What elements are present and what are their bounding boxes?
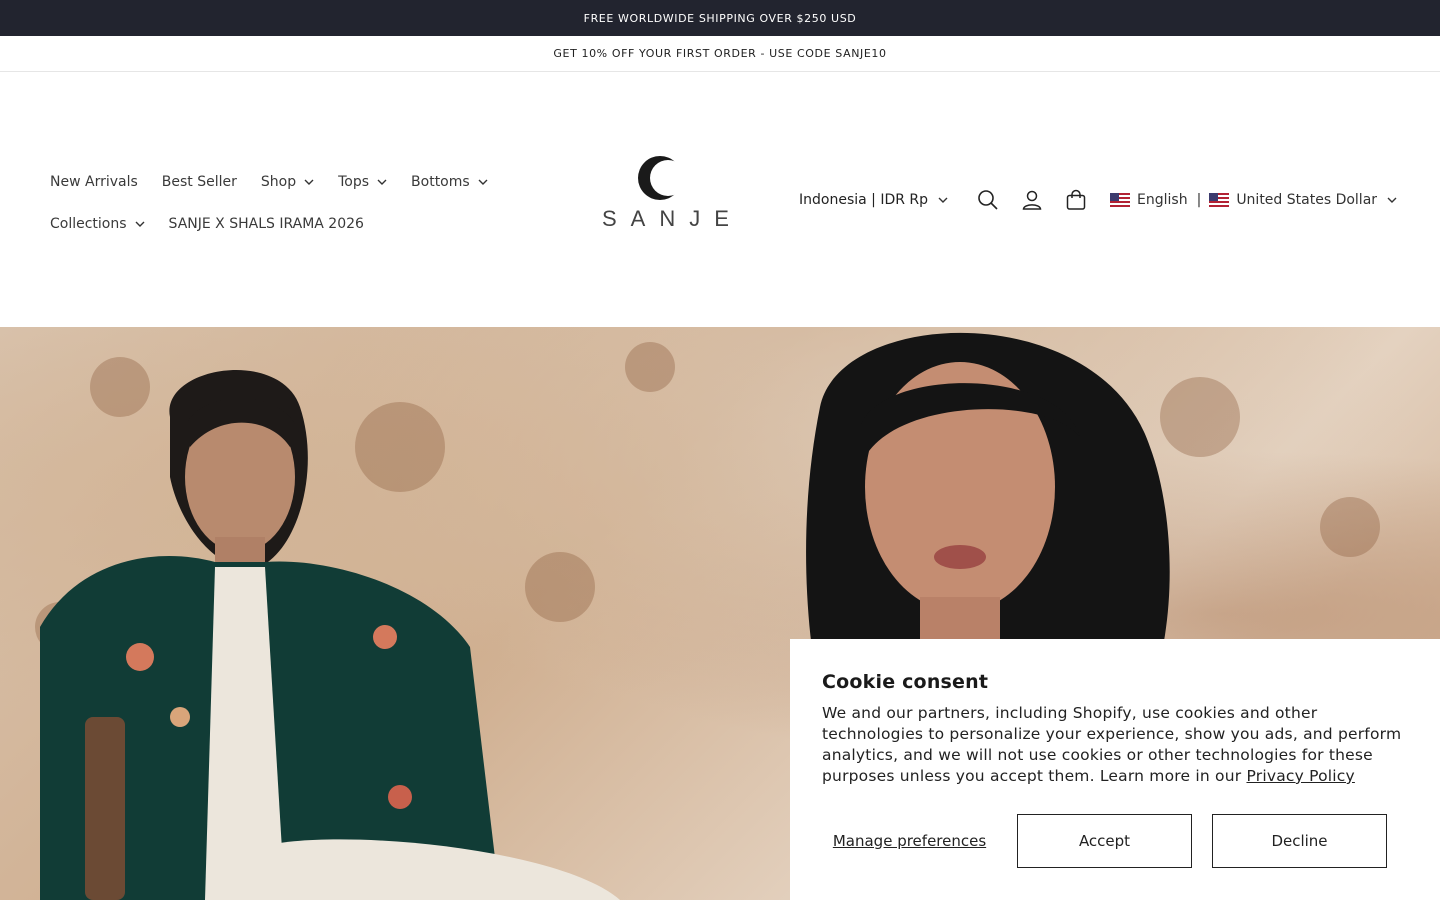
nav-item-new-arrivals[interactable]: New Arrivals — [50, 174, 138, 190]
nav-label: Tops — [338, 174, 370, 190]
main-nav: New Arrivals Best Seller Shop Tops Botto… — [50, 161, 570, 245]
chevron-down-icon — [1387, 197, 1397, 203]
nav-item-shop[interactable]: Shop — [261, 174, 314, 190]
currency-selector[interactable]: United States Dollar — [1209, 192, 1397, 208]
nav-item-bottoms[interactable]: Bottoms — [411, 174, 488, 190]
cart-icon — [1066, 189, 1086, 210]
nav-label: New Arrivals — [50, 174, 138, 190]
cookie-title: Cookie consent — [822, 671, 989, 693]
chevron-down-icon — [377, 179, 387, 185]
cookie-actions: Manage preferences Accept Decline — [822, 814, 1407, 868]
announcement-text: FREE WORLDWIDE SHIPPING OVER $250 USD — [583, 11, 857, 25]
us-flag-icon — [1209, 193, 1230, 207]
us-flag-icon — [1110, 193, 1131, 207]
announcement-bar-promo: GET 10% OFF YOUR FIRST ORDER - USE CODE … — [0, 36, 1440, 72]
nav-item-sanje-x-shals[interactable]: SANJE X SHALS IRAMA 2026 — [169, 216, 364, 232]
nav-label: Shop — [260, 174, 297, 190]
country-label: Indonesia | IDR Rp — [799, 192, 929, 208]
cookie-consent-banner: Cookie consent We and our partners, incl… — [790, 639, 1440, 900]
search-button[interactable] — [966, 183, 1010, 217]
nav-item-best-seller[interactable]: Best Seller — [162, 174, 237, 190]
header-tools: Indonesia | IDR Rp English | United Stat… — [799, 183, 1397, 217]
nav-label: Collections — [50, 216, 127, 232]
account-button[interactable] — [1010, 183, 1054, 217]
currency-label: United States Dollar — [1236, 192, 1378, 208]
nav-item-tops[interactable]: Tops — [338, 174, 387, 190]
nav-row-2: Collections SANJE X SHALS IRAMA 2026 — [50, 203, 570, 245]
chevron-down-icon — [304, 179, 314, 185]
privacy-policy-link[interactable]: Privacy Policy — [1246, 767, 1354, 785]
site-logo[interactable]: SANJE — [590, 154, 730, 236]
nav-label: Best Seller — [161, 174, 237, 190]
promo-text: GET 10% OFF YOUR FIRST ORDER - USE CODE … — [553, 47, 887, 60]
moon-logo-icon — [638, 156, 686, 200]
nav-row-1: New Arrivals Best Seller Shop Tops Botto… — [50, 161, 570, 203]
accept-button[interactable]: Accept — [1017, 814, 1192, 868]
nav-label: Bottoms — [411, 174, 470, 190]
language-selector[interactable]: English — [1110, 192, 1188, 208]
decline-button[interactable]: Decline — [1212, 814, 1387, 868]
country-selector[interactable]: Indonesia | IDR Rp — [799, 192, 948, 208]
announcement-bar-top: FREE WORLDWIDE SHIPPING OVER $250 USD — [0, 0, 1440, 36]
cart-button[interactable] — [1054, 183, 1098, 217]
chevron-down-icon — [938, 197, 948, 203]
nav-label: SANJE X SHALS IRAMA 2026 — [168, 216, 364, 232]
logo-text: SANJE — [602, 206, 743, 231]
account-icon — [1022, 190, 1042, 210]
site-header: New Arrivals Best Seller Shop Tops Botto… — [0, 72, 1440, 327]
chevron-down-icon — [478, 179, 488, 185]
search-icon — [978, 190, 998, 210]
cookie-body: We and our partners, including Shopify, … — [822, 703, 1408, 787]
nav-item-collections[interactable]: Collections — [50, 216, 145, 232]
chevron-down-icon — [135, 221, 145, 227]
separator: | — [1196, 192, 1202, 208]
manage-preferences-button[interactable]: Manage preferences — [822, 832, 997, 851]
language-label: English — [1137, 192, 1188, 208]
